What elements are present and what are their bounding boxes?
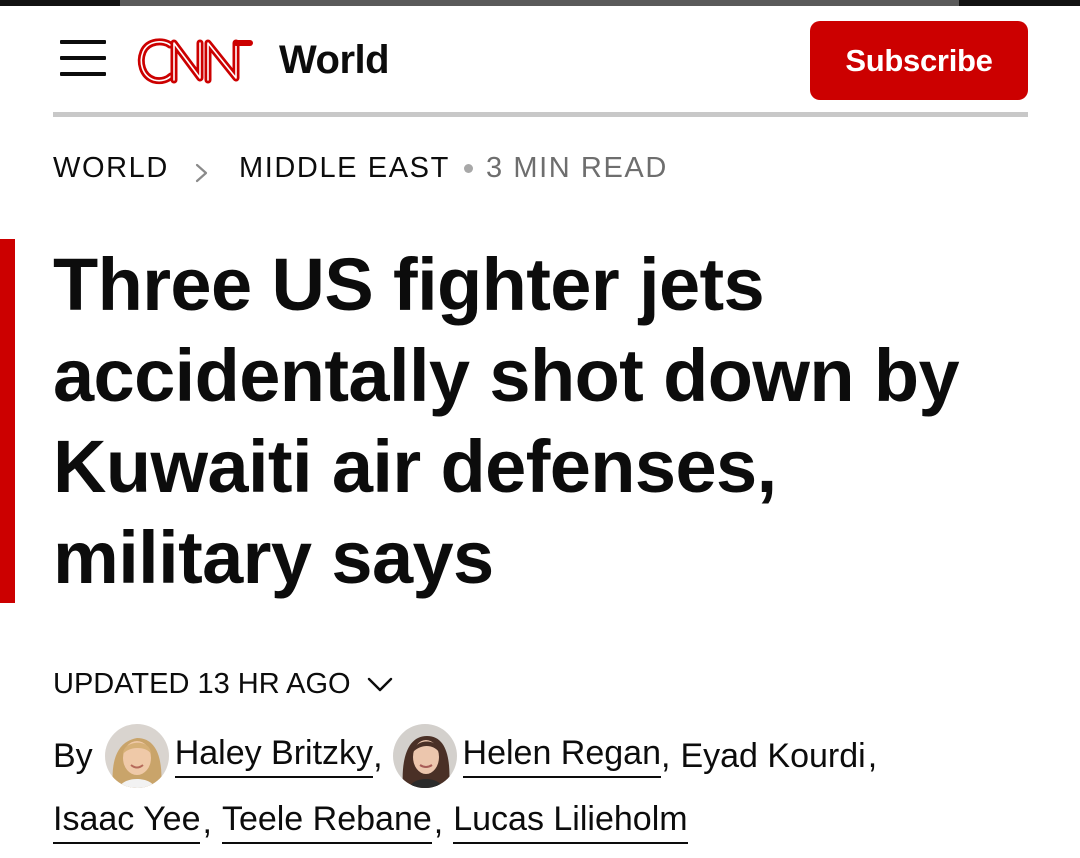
author-link-lucas-lilieholm[interactable]: Lucas Lilieholm (453, 800, 688, 844)
header-divider (53, 112, 1028, 117)
headline: Three US fighter jets accidentally shot … (53, 239, 1053, 603)
read-time: 3 MIN READ (485, 151, 668, 184)
separator-dot (463, 163, 473, 173)
updated-timestamp-toggle[interactable]: UPDATED 13 HR AGO (53, 668, 393, 701)
author-avatar-haley-britzky[interactable] (104, 724, 169, 788)
section-title[interactable]: World (279, 36, 390, 84)
author-avatar-helen-regan[interactable] (392, 724, 457, 788)
site-header: World Subscribe (0, 6, 1080, 114)
by-label: By (53, 736, 93, 775)
updated-timestamp: UPDATED 13 HR AGO (53, 668, 351, 700)
subscribe-button[interactable]: Subscribe (810, 21, 1028, 100)
headline-line: Kuwaiti air defenses, (53, 425, 777, 508)
chevron-down-icon (367, 677, 392, 691)
author-link-helen-regan[interactable]: Helen Regan (462, 734, 661, 778)
cnn-logo[interactable] (134, 32, 258, 90)
breadcrumb-world[interactable]: WORLD (53, 152, 169, 185)
author-link-isaac-yee[interactable]: Isaac Yee (53, 800, 201, 844)
headline-line: military says (53, 516, 494, 599)
headline-accent-bar (0, 239, 15, 603)
headline-line: Three US fighter jets (53, 243, 765, 326)
author-link-teele-rebane[interactable]: Teele Rebane (221, 800, 432, 844)
breadcrumb-middle-east[interactable]: MIDDLE EAST (239, 152, 450, 185)
hamburger-menu-icon[interactable] (60, 36, 108, 80)
chevron-right-icon (191, 158, 211, 183)
headline-line: accidentally shot down by (53, 334, 960, 417)
byline-continued: Isaac Yee , Teele Rebane , Lucas Lilieho… (53, 797, 688, 847)
author-link-haley-britzky[interactable]: Haley Britzky (174, 734, 374, 778)
author-name-eyad-kourdi: Eyad Kourdi (680, 736, 866, 775)
byline: By Haley Britzky , Helen Regan , Eyad Ko… (53, 724, 887, 788)
breadcrumb: WORLD MIDDLE EAST 3 MIN READ (53, 148, 668, 188)
